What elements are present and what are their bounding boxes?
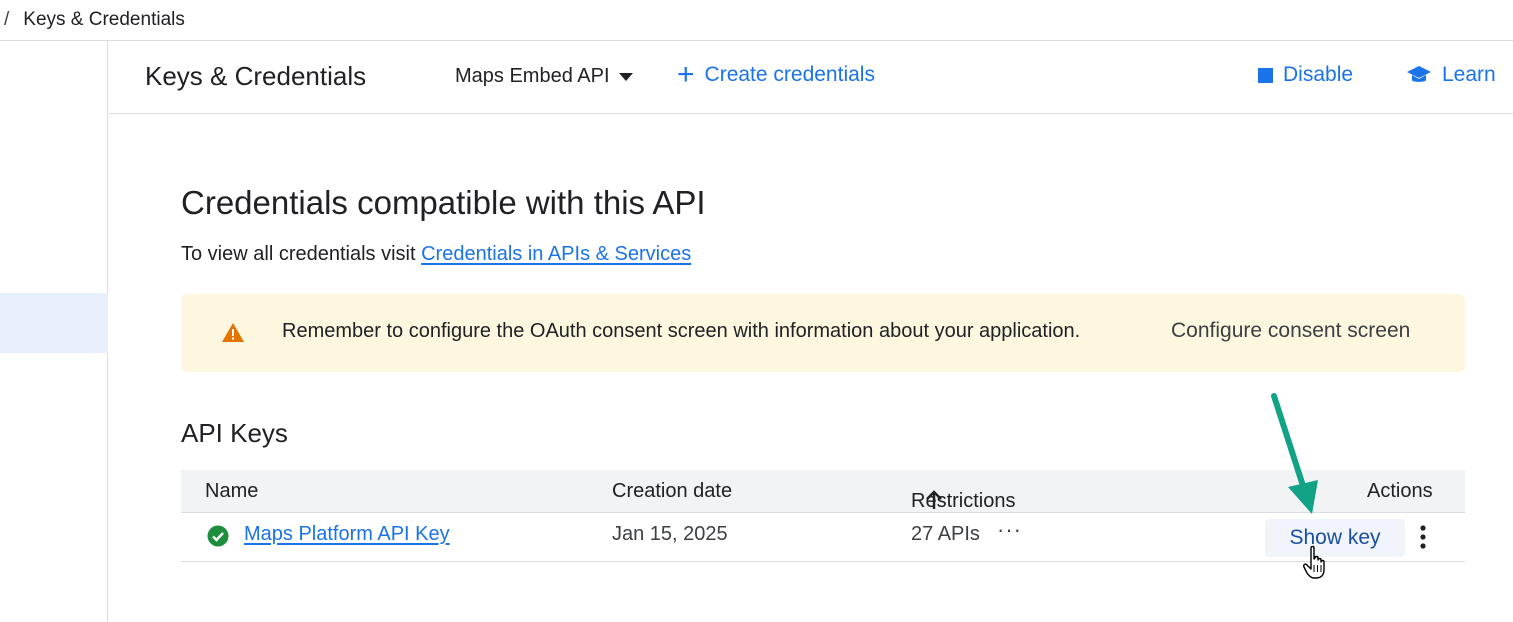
more-horiz-icon[interactable]: ··· — [997, 517, 1022, 543]
warning-icon — [221, 322, 245, 348]
page-title: Keys & Credentials — [145, 61, 367, 91]
left-nav — [0, 41, 108, 622]
api-keys-heading: API Keys — [181, 418, 288, 448]
creation-date-cell: Jan 15, 2025 — [612, 523, 728, 545]
column-name: Name — [205, 480, 259, 502]
school-icon — [1406, 64, 1432, 86]
chevron-down-icon — [618, 72, 633, 81]
api-select-label: Maps Embed API — [455, 65, 610, 87]
show-key-button[interactable]: Show key — [1265, 519, 1405, 557]
column-actions: Actions — [1367, 480, 1433, 502]
api-select-dropdown[interactable]: Maps Embed API — [455, 65, 633, 88]
breadcrumb: / Keys & Credentials — [0, 0, 1513, 41]
annotation-arrow — [1271, 393, 1318, 514]
stop-icon — [1258, 67, 1273, 83]
hand-pointer-icon — [1303, 545, 1325, 579]
banner-message: Remember to configure the OAuth consent … — [282, 320, 1081, 342]
learn-button[interactable]: Learn — [1406, 63, 1496, 87]
subtitle-prefix: To view all credentials visit — [181, 243, 416, 265]
column-creation-date: Creation date — [612, 480, 733, 502]
section-title: Credentials compatible with this API — [181, 184, 706, 221]
breadcrumb-current[interactable]: Keys & Credentials — [23, 9, 185, 31]
configure-consent-screen-button[interactable]: Configure consent screen — [1171, 319, 1410, 343]
breadcrumb-separator: / — [4, 9, 10, 30]
arrow-up-icon — [925, 490, 943, 510]
left-nav-selected-item[interactable] — [0, 293, 108, 353]
credentials-link[interactable]: Credentials in APIs & Services — [421, 243, 691, 265]
section-subtitle: To view all credentials visit Credential… — [181, 243, 691, 266]
api-key-name-link[interactable]: Maps Platform API Key — [244, 523, 450, 546]
more-vert-icon[interactable] — [1413, 523, 1433, 557]
create-credentials-button[interactable]: + Create credentials — [677, 58, 875, 91]
plus-icon: + — [677, 58, 695, 91]
disable-button[interactable]: Disable — [1258, 63, 1353, 87]
restrictions-cell: 27 APIs — [911, 523, 980, 545]
disable-label: Disable — [1283, 63, 1354, 86]
learn-label: Learn — [1442, 63, 1496, 86]
check-circle-icon — [207, 525, 229, 553]
oauth-warning-banner: Remember to configure the OAuth consent … — [181, 294, 1465, 372]
page-header: Keys & Credentials Maps Embed API + Crea… — [109, 41, 1513, 114]
create-credentials-label: Create credentials — [704, 63, 875, 86]
